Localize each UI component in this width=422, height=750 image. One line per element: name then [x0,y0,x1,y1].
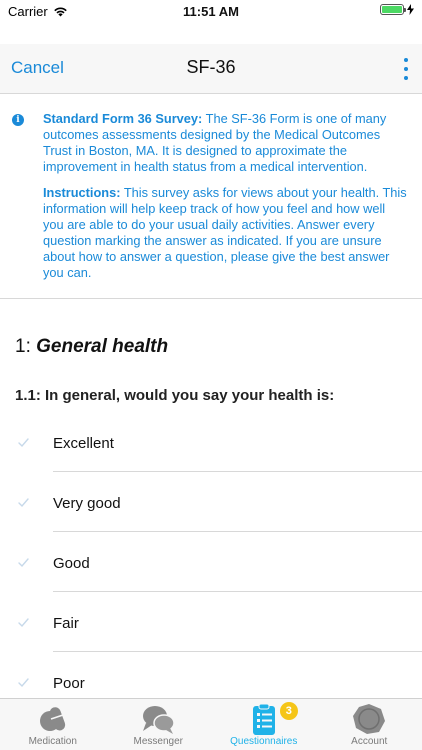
tab-account[interactable]: Account [317,699,422,750]
checkmark-icon [18,678,29,688]
instructions-heading: Instructions: [43,185,121,200]
tab-bar: Medication Messenger 3 Questionnaires Ac… [0,698,422,750]
answer-option-fair[interactable]: Fair [0,592,422,652]
answer-option-label: Good [53,555,90,572]
vertical-ellipsis-icon[interactable] [401,58,411,80]
survey-intro-paragraph: Standard Form 36 Survey: The SF-36 Form … [43,111,408,175]
answer-option-very-good[interactable]: Very good [0,472,422,532]
tab-messenger[interactable]: Messenger [106,699,212,750]
pills-icon [39,707,65,731]
page-title: SF-36 [186,57,236,77]
answer-option-good[interactable]: Good [0,532,422,592]
answer-option-label: Poor [53,675,85,692]
tab-questionnaires[interactable]: 3 Questionnaires [211,699,317,750]
section-name: General health [36,336,169,357]
survey-info-panel: i Standard Form 36 Survey: The SF-36 For… [0,94,422,299]
tab-label: Questionnaires [230,736,298,747]
clock: 11:51 AM [183,4,239,19]
chat-bubbles-icon [143,706,175,734]
answer-option-excellent[interactable]: Excellent [0,412,422,472]
tab-label: Messenger [133,736,183,747]
answer-option-label: Very good [53,495,121,512]
battery-icon [380,4,406,15]
checkmark-icon [18,618,29,628]
status-bar: Carrier 11:51 AM [0,0,422,22]
tab-label: Account [351,736,388,747]
survey-heading: Standard Form 36 Survey: [43,111,203,126]
instructions-paragraph: Instructions: This survey asks for views… [43,185,408,281]
answer-option-label: Excellent [53,435,114,452]
answer-option-label: Fair [53,615,79,632]
notification-badge: 3 [279,702,298,720]
info-icon: i [12,114,24,126]
clipboard-icon [252,703,275,735]
navigation-bar: Cancel SF-36 [0,44,422,94]
survey-description: Standard Form 36 Survey: The SF-36 Form … [43,111,408,281]
account-icon [353,704,386,734]
section-title: 1: General health [15,336,168,358]
charging-bolt-icon [407,4,414,15]
section-number: 1: [15,336,37,357]
checkmark-icon [18,498,29,508]
battery-indicator [380,4,414,15]
question-text: 1.1: In general, would you say your heal… [15,387,335,404]
battery-level-fill [382,6,402,13]
tab-medication[interactable]: Medication [0,699,106,750]
checkmark-icon [18,438,29,448]
checkmark-icon [18,558,29,568]
answer-options-list: Excellent Very good Good Fair Poor [0,412,422,712]
tab-label: Medication [28,736,77,747]
